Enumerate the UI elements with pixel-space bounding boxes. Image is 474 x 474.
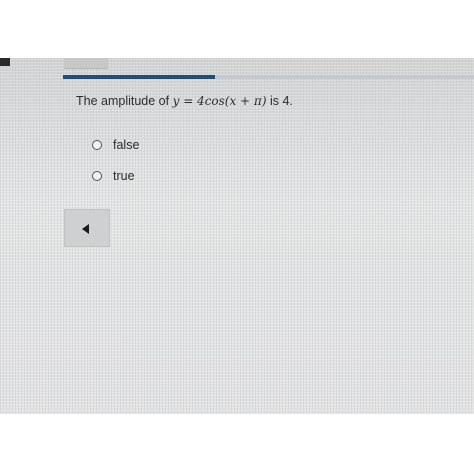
screen-edge-shadow	[0, 58, 10, 66]
option-false-label: false	[113, 138, 140, 152]
option-false[interactable]: false	[92, 138, 139, 152]
question-text: The amplitude of y = 4cos(x + π) is 4.	[76, 94, 293, 108]
radio-button-true[interactable]	[92, 171, 102, 181]
back-arrow-icon[interactable]	[82, 224, 89, 234]
radio-button-false[interactable]	[92, 140, 102, 150]
question-formula: y = 4cos(x + π)	[172, 94, 267, 108]
question-suffix: is 4.	[266, 94, 293, 108]
option-true[interactable]: true	[92, 169, 135, 183]
header-tab	[64, 58, 108, 69]
progress-bar	[63, 75, 474, 79]
progress-fill	[63, 75, 216, 79]
question-prefix: The amplitude of	[76, 94, 173, 108]
option-true-label: true	[113, 169, 135, 183]
